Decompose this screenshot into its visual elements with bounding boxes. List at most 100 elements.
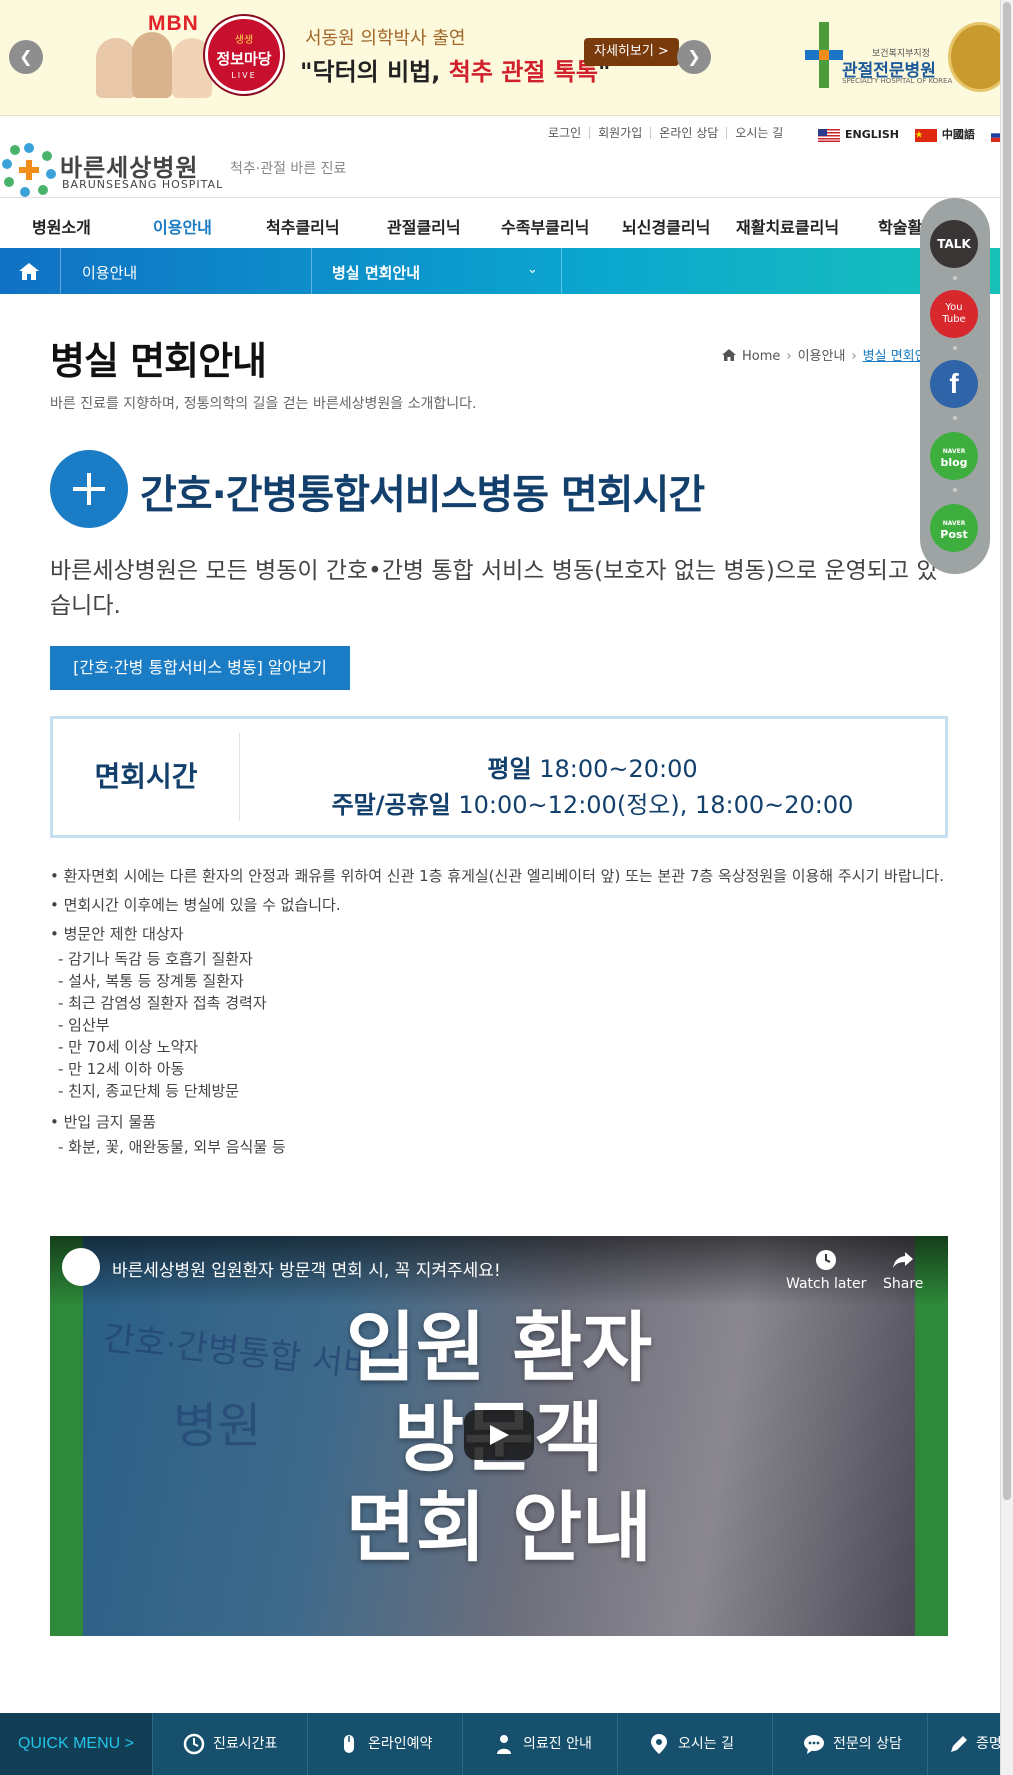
note-restricted-heading: • 병문안 제한 대상자 <box>50 925 184 943</box>
list-item: - 감기나 독감 등 호흡기 질환자 <box>58 950 253 968</box>
signup-link[interactable]: 회원가입 <box>589 127 650 139</box>
chevron-down-icon[interactable]: ⌄ <box>527 262 538 277</box>
clock-icon <box>183 1733 205 1755</box>
integrated-care-info-button[interactable]: [간호·간병 통합서비스 병동] 알아보기 <box>50 646 350 690</box>
naver-post-button[interactable]: NAVER Post <box>930 504 978 552</box>
hospital-logo-icon[interactable] <box>2 143 56 197</box>
location-pin-icon <box>651 1734 667 1754</box>
talk-icon: TALK <box>937 237 971 251</box>
clock-icon <box>816 1250 837 1270</box>
page-scrollbar[interactable] <box>1000 0 1013 1775</box>
lang-english[interactable]: ENGLISH <box>818 128 899 142</box>
scrollbar-thumb[interactable] <box>1003 2 1011 1500</box>
banner-more-button[interactable]: 자세히보기 > <box>584 38 679 66</box>
naver-post-icon: NAVER Post <box>940 520 968 541</box>
specialty-eng: SPECIALTY HOSPITAL OF KOREA <box>842 77 953 85</box>
list-item: - 친지, 종교단체 등 단체방문 <box>58 1082 240 1100</box>
promo-banner[interactable]: ❮ MBN 생생 정보마당 LIVE 서동원 의학박사 출연 "닥터의 비법, … <box>0 0 1012 116</box>
logo-english-text: BARUNSESANG HOSPITAL <box>62 178 224 191</box>
youtube-video-player[interactable]: 간호·간병통합 서비스 병원 바른세상병원 입원환자 방문객 면회 시, 꼭 지… <box>50 1236 948 1636</box>
section-title: 간호·간병통합서비스병동 면회시간 <box>140 472 705 518</box>
lang-chinese[interactable]: 中國語 <box>914 126 975 142</box>
banner-prev-button[interactable]: ❮ <box>9 40 43 74</box>
nav-joint-clinic[interactable]: 관절클리닉 <box>387 214 461 238</box>
home-icon[interactable] <box>18 261 40 281</box>
nav-usage-guide[interactable]: 이용안내 <box>153 214 212 238</box>
nav-neuro-clinic[interactable]: 뇌신경클리닉 <box>622 214 710 238</box>
facebook-button[interactable]: f <box>930 360 978 408</box>
quick-specialist-consult[interactable]: 전문의 상담 <box>772 1713 927 1775</box>
subnav-usage-guide[interactable]: 이용안내 <box>82 262 137 283</box>
nav-rehab-clinic[interactable]: 재활치료클리닉 <box>736 214 839 238</box>
login-link[interactable]: 로그인 <box>540 127 589 139</box>
page-title: 병실 면회안내 <box>50 339 267 383</box>
list-item: - 설사, 복통 등 장계통 질환자 <box>58 972 244 990</box>
naver-blog-button[interactable]: NAVER blog <box>930 432 978 480</box>
play-icon <box>490 1425 509 1445</box>
note-lounge: • 환자면회 시에는 다른 환자의 안정과 쾌유를 위하여 신관 1층 휴게실(… <box>50 867 945 885</box>
list-item: - 임산부 <box>58 1016 110 1034</box>
site-header: 로그인 회원가입 온라인 상담 오시는 길 ENGLISH 中國語 바른세상병원 BA… <box>0 116 1013 198</box>
visiting-hours-box: 면회시간 평일 18:00~20:00 주말/공휴일 10:00~12:00(정… <box>50 716 948 838</box>
show-logo: 생생 정보마당 LIVE <box>205 16 283 94</box>
online-consult-link[interactable]: 온라인 상담 <box>650 127 726 139</box>
mbn-logo: MBN <box>148 12 199 35</box>
banner-next-button[interactable]: ❯ <box>677 40 711 74</box>
utility-links: 로그인 회원가입 온라인 상담 오시는 길 <box>540 126 791 140</box>
mouse-icon <box>344 1735 354 1753</box>
video-overlay-line3: 면회 안내 <box>345 1483 653 1572</box>
youtube-icon: You Tube <box>942 302 966 325</box>
tagline: 척추·관절 바른 진료 <box>230 161 347 177</box>
quick-certificate[interactable]: 증명 <box>927 1713 1000 1775</box>
nav-foot-clinic[interactable]: 수족부클리닉 <box>501 214 589 238</box>
quick-menu-label[interactable]: QUICK MENU > <box>0 1713 152 1775</box>
quick-schedule[interactable]: 진료시간표 <box>152 1713 307 1775</box>
visiting-notes: • 환자면회 시에는 다른 환자의 안정과 쾌유를 위하여 신관 1층 휴게실(… <box>50 866 970 1158</box>
share-icon <box>893 1252 914 1268</box>
main-navigation: 병원소개 이용안내 척추클리닉 관절클리닉 수족부클리닉 뇌신경클리닉 재활치료… <box>0 198 1000 248</box>
subnav-current-page[interactable]: 병실 면회안내 <box>332 262 420 283</box>
breadcrumb-usage-guide[interactable]: 이용안내 <box>798 349 846 364</box>
video-title[interactable]: 바른세상병원 입원환자 방문객 면회 시, 꼭 지켜주세요! <box>112 1256 501 1281</box>
section-intro: 바른세상병원은 모든 병동이 간호•간병 통합 서비스 병동(보호자 없는 병동… <box>50 558 938 619</box>
banner-headline: "닥터의 비법, 척추 관절 톡톡" <box>300 58 611 86</box>
doctor-icon <box>497 1735 511 1754</box>
weekday-hours: 평일 18:00~20:00 <box>487 755 698 783</box>
pen-icon <box>951 1736 967 1752</box>
naver-blog-icon: NAVER blog <box>940 448 968 469</box>
facebook-icon: f <box>949 368 959 399</box>
list-item: - 만 70세 이상 노약자 <box>58 1038 199 1056</box>
share-button[interactable]: Share <box>883 1248 923 1292</box>
visiting-hours-label: 면회시간 <box>94 760 198 793</box>
channel-avatar[interactable] <box>62 1248 100 1286</box>
kakao-talk-button[interactable]: TALK <box>930 220 978 268</box>
sub-navigation-bar: 이용안내 병실 면회안내 ⌄ <box>0 248 1000 294</box>
list-item: - 만 12세 이하 아동 <box>58 1060 185 1078</box>
nav-academic[interactable]: 학술활 <box>878 214 922 238</box>
banner-subtitle: 서동원 의학박사 출연 <box>305 28 466 49</box>
plus-icon <box>50 450 128 528</box>
floating-social-bar: TALK You Tube f NAVER blog NAVER Post <box>920 198 990 574</box>
quick-doctors[interactable]: 의료진 안내 <box>462 1713 617 1775</box>
note-banned-heading: • 반입 금지 물품 <box>50 1113 156 1131</box>
list-item: - 최근 감염성 질환자 접촉 경력자 <box>58 994 267 1012</box>
nav-hospital-intro[interactable]: 병원소개 <box>32 214 91 238</box>
nav-spine-clinic[interactable]: 척추클리닉 <box>266 214 340 238</box>
breadcrumb: Home › 이용안내 › 병실 면회안 <box>722 345 927 364</box>
chat-bubble-icon <box>804 1735 824 1754</box>
play-button[interactable] <box>464 1410 534 1460</box>
specialty-hospital-icon <box>805 22 843 88</box>
language-switcher: ENGLISH 中國語 <box>818 126 1013 142</box>
breadcrumb-home-icon <box>722 349 736 361</box>
directions-link[interactable]: 오시는 길 <box>726 127 791 139</box>
breadcrumb-current[interactable]: 병실 면회안 <box>863 349 927 364</box>
breadcrumb-home[interactable]: Home <box>742 349 780 364</box>
youtube-button[interactable]: You Tube <box>930 290 978 338</box>
list-item: - 화분, 꽃, 애완동물, 외부 음식물 등 <box>58 1138 286 1156</box>
quick-menu-bar: QUICK MENU > 진료시간표 온라인예약 의료진 안내 오시는 길 전문… <box>0 1713 1000 1775</box>
weekend-hours: 주말/공휴일 10:00~12:00(정오), 18:00~20:00 <box>331 791 854 819</box>
watch-later-button[interactable]: Watch later <box>786 1248 866 1292</box>
quick-directions[interactable]: 오시는 길 <box>617 1713 772 1775</box>
quick-online-reservation[interactable]: 온라인예약 <box>307 1713 462 1775</box>
note-after-hours: • 면회시간 이후에는 병실에 있을 수 없습니다. <box>50 896 341 914</box>
